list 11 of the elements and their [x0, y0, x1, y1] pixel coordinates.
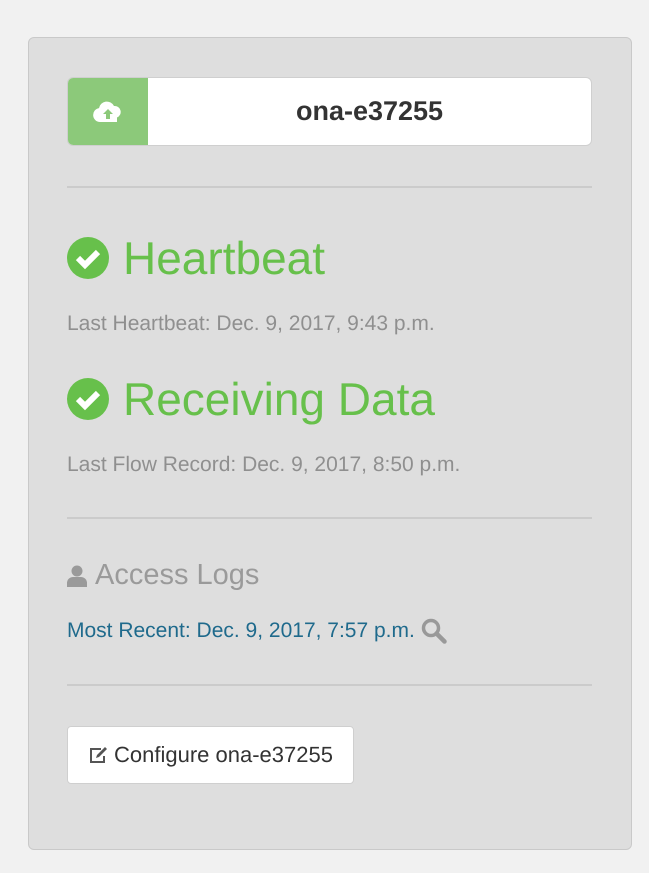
status-title: Heartbeat: [123, 231, 326, 285]
most-recent-link[interactable]: Most Recent: Dec. 9, 2017, 7:57 p.m.: [67, 619, 415, 643]
status-title: Receiving Data: [123, 372, 435, 426]
status-detail: Last Flow Record: Dec. 9, 2017, 8:50 p.m.: [67, 453, 462, 477]
edit-icon: [88, 746, 108, 764]
search-icon[interactable]: [420, 618, 447, 644]
configure-button[interactable]: Configure ona-e37255: [67, 726, 354, 784]
section-title: Access Logs: [95, 559, 260, 592]
status-detail: Last Heartbeat: Dec. 9, 2017, 9:43 p.m.: [67, 312, 436, 336]
user-icon: [67, 564, 87, 586]
sensor-name: ona-e37255: [294, 95, 444, 128]
